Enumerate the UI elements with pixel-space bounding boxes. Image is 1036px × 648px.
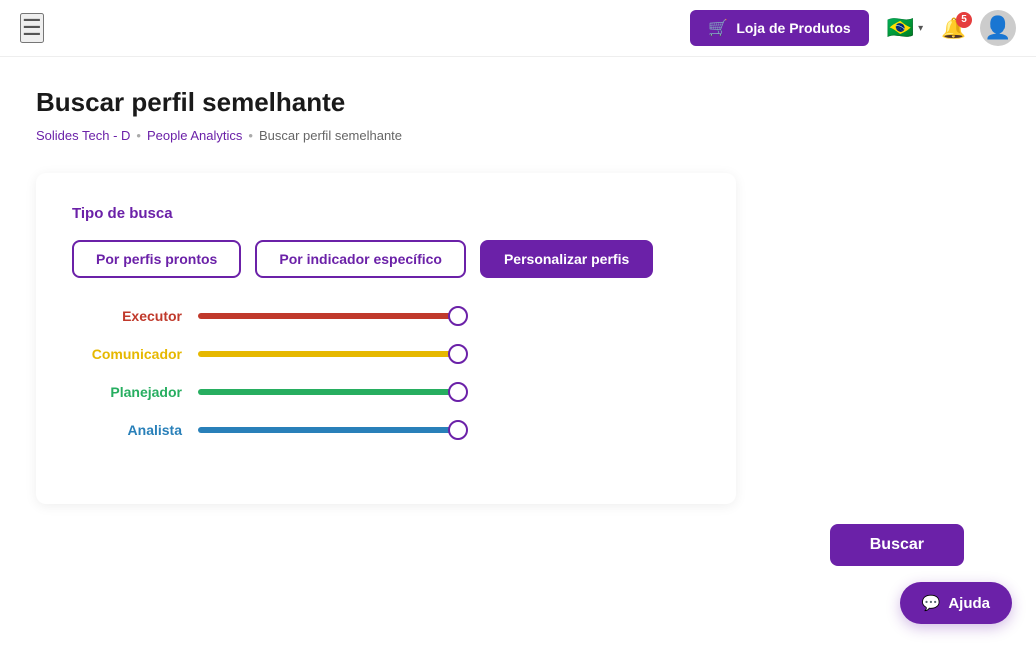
hamburger-button[interactable]: ☰: [20, 13, 44, 43]
ajuda-label: Ajuda: [948, 595, 990, 612]
main-content: Buscar perfil semelhante Solides Tech - …: [0, 57, 1036, 646]
user-avatar-button[interactable]: 👤: [980, 10, 1016, 46]
slider-row-comunicador: Comunicador: [72, 346, 700, 362]
slider-row-analista: Analista: [72, 422, 700, 438]
store-button-label: Loja de Produtos: [736, 20, 850, 36]
header-actions: 🛒 Loja de Produtos 🇧🇷 ▾ 🔔 5 👤: [690, 10, 1016, 46]
tab-perfis-prontos[interactable]: Por perfis prontos: [72, 240, 241, 278]
flag-icon: 🇧🇷: [887, 15, 914, 41]
breadcrumb-separator-1: •: [136, 128, 141, 143]
tab-personalizar-perfis[interactable]: Personalizar perfis: [480, 240, 653, 278]
slider-label-executor: Executor: [72, 308, 182, 324]
slider-track-comunicador: [198, 351, 458, 357]
ajuda-icon: 💬: [922, 594, 941, 612]
breadcrumb-part2[interactable]: People Analytics: [147, 128, 242, 143]
page-title: Buscar perfil semelhante: [36, 87, 1000, 118]
slider-label-comunicador: Comunicador: [72, 346, 182, 362]
slider-row-executor: Executor: [72, 308, 700, 324]
breadcrumb-part1[interactable]: Solides Tech - D: [36, 128, 130, 143]
header-left: ☰: [20, 13, 44, 43]
buscar-button[interactable]: Buscar: [830, 524, 964, 566]
breadcrumb-separator-2: •: [248, 128, 253, 143]
sliders-section: Executor Comunicador Planejador: [72, 308, 700, 438]
language-selector[interactable]: 🇧🇷 ▾: [883, 13, 927, 43]
ajuda-button[interactable]: 💬 Ajuda: [900, 582, 1012, 624]
header: ☰ 🛒 Loja de Produtos 🇧🇷 ▾ 🔔 5 👤: [0, 0, 1036, 57]
slider-label-analista: Analista: [72, 422, 182, 438]
avatar-icon: 👤: [984, 15, 1011, 41]
section-label: Tipo de busca: [72, 205, 700, 222]
tabs-row: Por perfis prontos Por indicador específ…: [72, 240, 700, 278]
bottom-actions: Buscar: [36, 524, 1000, 566]
cart-icon: 🛒: [708, 18, 728, 38]
search-card: Tipo de busca Por perfis prontos Por ind…: [36, 173, 736, 504]
slider-track-planejador: [198, 389, 458, 395]
chevron-down-icon: ▾: [918, 23, 923, 34]
breadcrumb: Solides Tech - D • People Analytics • Bu…: [36, 128, 1000, 143]
slider-track-analista: [198, 427, 458, 433]
notification-button[interactable]: 🔔 5: [941, 16, 966, 41]
slider-label-planejador: Planejador: [72, 384, 182, 400]
breadcrumb-part3: Buscar perfil semelhante: [259, 128, 402, 143]
notification-badge: 5: [956, 12, 972, 28]
slider-row-planejador: Planejador: [72, 384, 700, 400]
store-button[interactable]: 🛒 Loja de Produtos: [690, 10, 868, 46]
tab-indicador-especifico[interactable]: Por indicador específico: [255, 240, 466, 278]
slider-track-executor: [198, 313, 458, 319]
